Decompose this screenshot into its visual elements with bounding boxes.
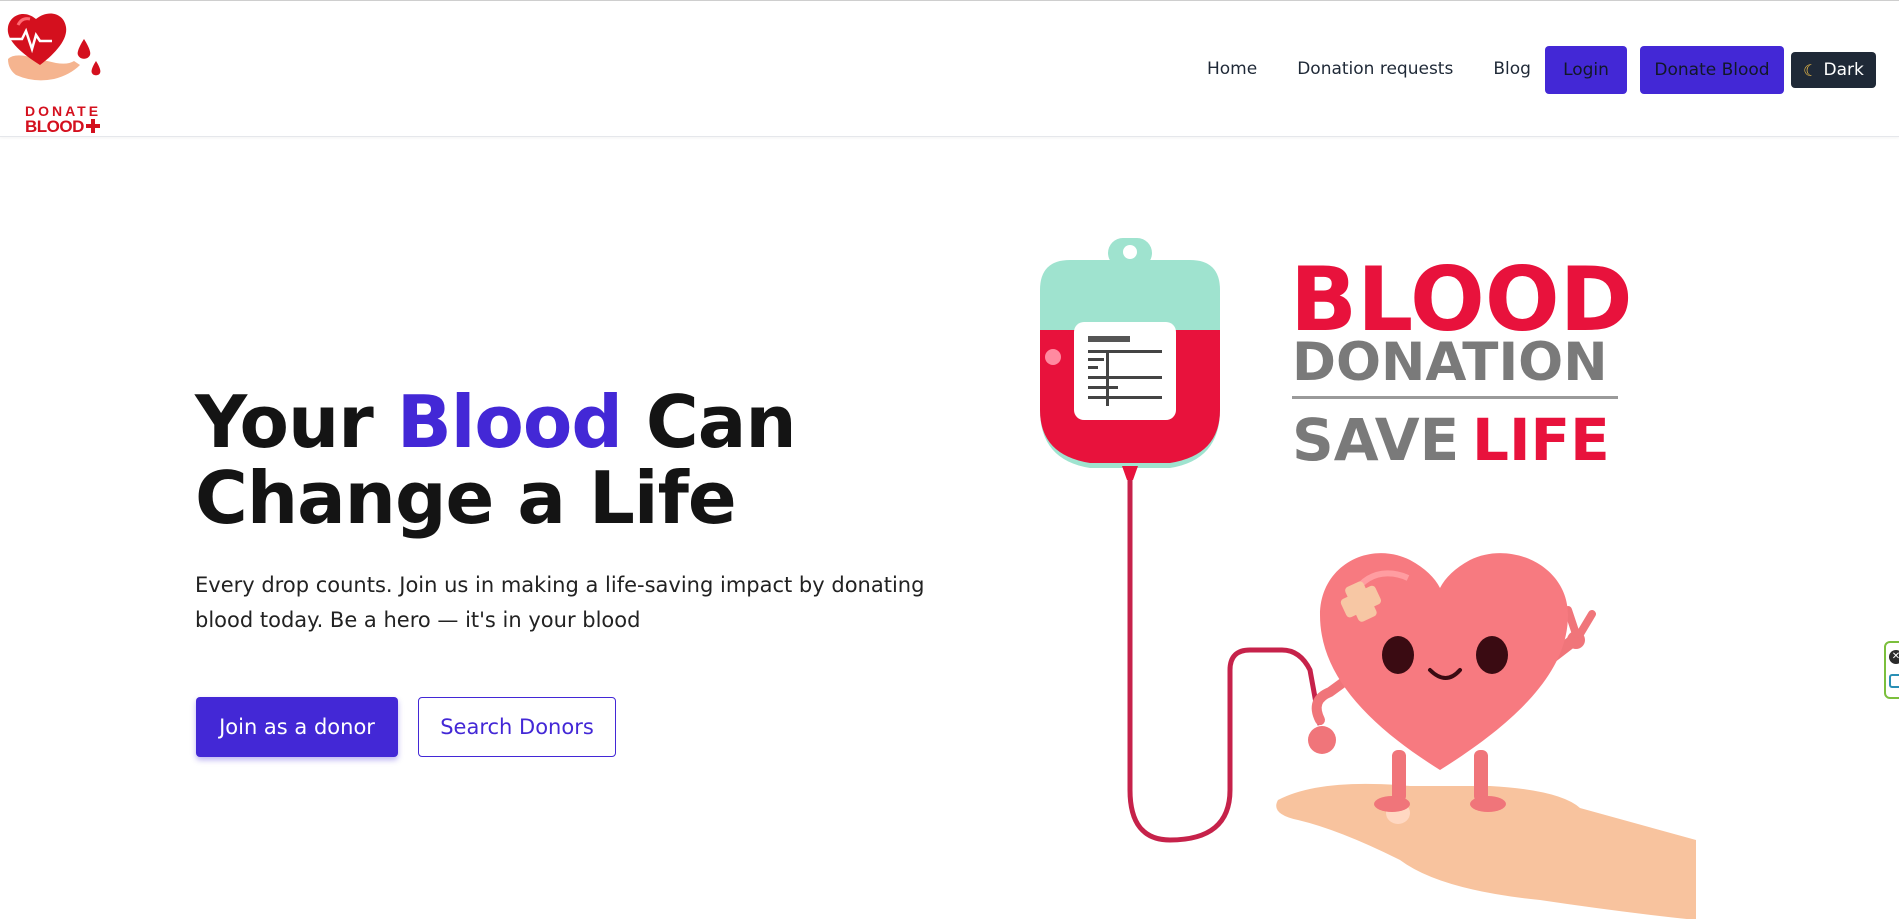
theme-toggle-label: Dark bbox=[1823, 60, 1864, 80]
navbar: DONATE BLOOD Home Donation requests Blog… bbox=[0, 1, 1899, 137]
logo-text-bottom: BLOOD bbox=[25, 117, 100, 137]
tube-icon bbox=[1127, 480, 1323, 843]
svg-text:LIFE: LIFE bbox=[1472, 406, 1610, 474]
nav-link-donation-requests[interactable]: Donation requests bbox=[1297, 59, 1453, 79]
plus-icon bbox=[85, 118, 100, 133]
close-icon[interactable]: ✕ bbox=[1889, 650, 1899, 664]
site-logo[interactable]: DONATE BLOOD bbox=[4, 9, 104, 136]
donate-blood-button[interactable]: Donate Blood bbox=[1640, 46, 1784, 94]
hero-title-line2: Change a Life bbox=[195, 456, 737, 540]
theme-toggle-button[interactable]: ☾ Dark bbox=[1791, 52, 1876, 88]
hero-title: Your Blood Can Change a Life bbox=[195, 384, 915, 536]
hero-title-part1: Your bbox=[195, 380, 397, 464]
blood-donation-illustration: BLOOD DONATION SAVE LIFE bbox=[1020, 230, 1700, 919]
search-donors-button[interactable]: Search Donors bbox=[418, 697, 616, 757]
blood-bag-icon bbox=[1040, 238, 1220, 480]
hero-title-part2: Can bbox=[621, 380, 797, 464]
nav-link-home[interactable]: Home bbox=[1207, 59, 1257, 79]
heart-hand-logo-icon bbox=[7, 13, 101, 81]
nav-links: Home Donation requests Blog bbox=[1207, 45, 1531, 93]
heart-character-icon bbox=[1308, 553, 1596, 812]
side-extension-widget[interactable]: ✕ bbox=[1884, 641, 1899, 699]
nav-link-blog[interactable]: Blog bbox=[1493, 59, 1531, 79]
extension-icon[interactable] bbox=[1889, 674, 1899, 688]
join-donor-button[interactable]: Join as a donor bbox=[196, 697, 398, 757]
svg-text:SAVE: SAVE bbox=[1292, 406, 1459, 474]
hero-subtitle: Every drop counts. Join us in making a l… bbox=[195, 573, 925, 632]
svg-text:DONATION: DONATION bbox=[1292, 332, 1608, 393]
moon-icon: ☾ bbox=[1803, 60, 1818, 80]
blood-donation-title: BLOOD DONATION SAVE LIFE bbox=[1290, 248, 1633, 474]
hero-title-accent: Blood bbox=[396, 380, 623, 464]
login-button[interactable]: Login bbox=[1545, 46, 1627, 94]
